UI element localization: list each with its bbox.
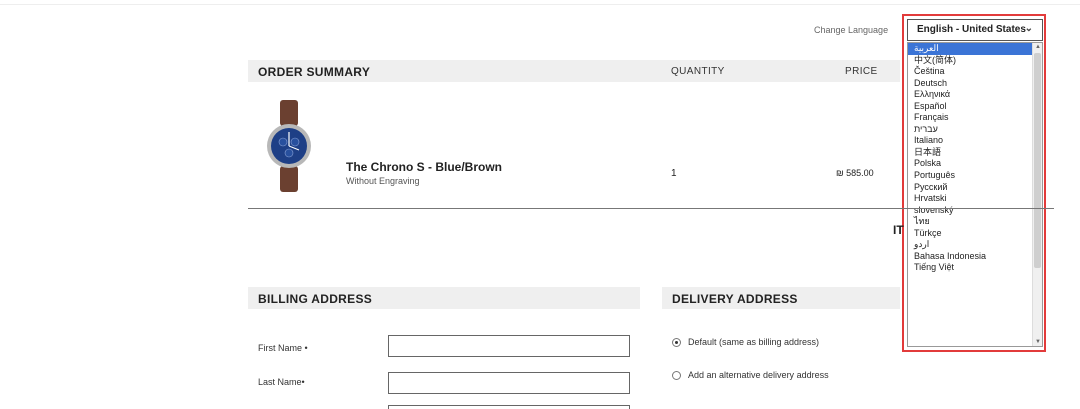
product-variant: Without Engraving <box>346 176 420 186</box>
language-option[interactable]: Polska <box>908 158 1042 170</box>
top-divider <box>0 4 1080 5</box>
quantity-column-header: QUANTITY <box>671 66 725 77</box>
language-option[interactable]: العربية <box>908 43 1042 55</box>
language-option[interactable]: ไทย <box>908 216 1042 228</box>
language-option[interactable]: Deutsch <box>908 78 1042 90</box>
language-option[interactable]: 日本語 <box>908 147 1042 159</box>
product-watch-image <box>267 100 311 192</box>
product-price: ₪ 585.00 <box>836 168 874 178</box>
delivery-default-radio[interactable] <box>672 338 681 347</box>
scroll-up-icon[interactable]: ▲ <box>1035 44 1041 50</box>
delivery-alternative-label[interactable]: Add an alternative delivery address <box>688 370 829 380</box>
summary-divider <box>248 208 1054 209</box>
next-input-partial[interactable] <box>388 405 630 409</box>
scroll-down-icon[interactable]: ▼ <box>1035 339 1041 345</box>
price-column-header: PRICE <box>845 66 878 77</box>
delivery-default-label[interactable]: Default (same as billing address) <box>688 337 819 347</box>
language-option[interactable]: Português <box>908 170 1042 182</box>
language-option[interactable]: Čeština <box>908 66 1042 78</box>
language-option[interactable]: Русский <box>908 182 1042 194</box>
first-name-label: First Name • <box>258 343 308 353</box>
first-name-input[interactable] <box>388 335 630 357</box>
language-dropdown-list[interactable]: العربية 中文(简体) Čeština Deutsch Ελληνικά Españ… <box>907 42 1043 347</box>
change-language-label: Change Language <box>814 25 889 35</box>
language-option[interactable]: עברית <box>908 124 1042 136</box>
language-option[interactable]: Español <box>908 101 1042 113</box>
items-total-header-partial: IT <box>893 223 904 237</box>
language-option[interactable]: اردو <box>908 239 1042 251</box>
last-name-input[interactable] <box>388 372 630 394</box>
billing-address-title: BILLING ADDRESS <box>258 292 373 306</box>
language-option[interactable]: 中文(简体) <box>908 55 1042 67</box>
delivery-address-title: DELIVERY ADDRESS <box>672 292 798 306</box>
dropdown-scrollbar[interactable]: ▲ ▼ <box>1032 43 1042 346</box>
language-select[interactable]: English - United States ⌄ <box>907 19 1043 41</box>
language-option[interactable]: Bahasa Indonesia <box>908 251 1042 263</box>
language-option[interactable]: Tiếng Việt <box>908 262 1042 274</box>
language-select-value: English - United States <box>917 24 1026 35</box>
chevron-down-icon: ⌄ <box>1024 23 1033 34</box>
last-name-label: Last Name• <box>258 377 305 387</box>
order-summary-title: ORDER SUMMARY <box>258 65 371 79</box>
language-option[interactable]: Hrvatski <box>908 193 1042 205</box>
scrollbar-thumb[interactable] <box>1034 53 1041 268</box>
language-option[interactable]: Italiano <box>908 135 1042 147</box>
product-name[interactable]: The Chrono S - Blue/Brown <box>346 160 502 174</box>
language-option[interactable]: slovenský <box>908 205 1042 217</box>
delivery-alternative-radio[interactable] <box>672 371 681 380</box>
language-option[interactable]: Français <box>908 112 1042 124</box>
product-quantity: 1 <box>671 168 677 179</box>
language-option[interactable]: Türkçe <box>908 228 1042 240</box>
language-option[interactable]: Ελληνικά <box>908 89 1042 101</box>
